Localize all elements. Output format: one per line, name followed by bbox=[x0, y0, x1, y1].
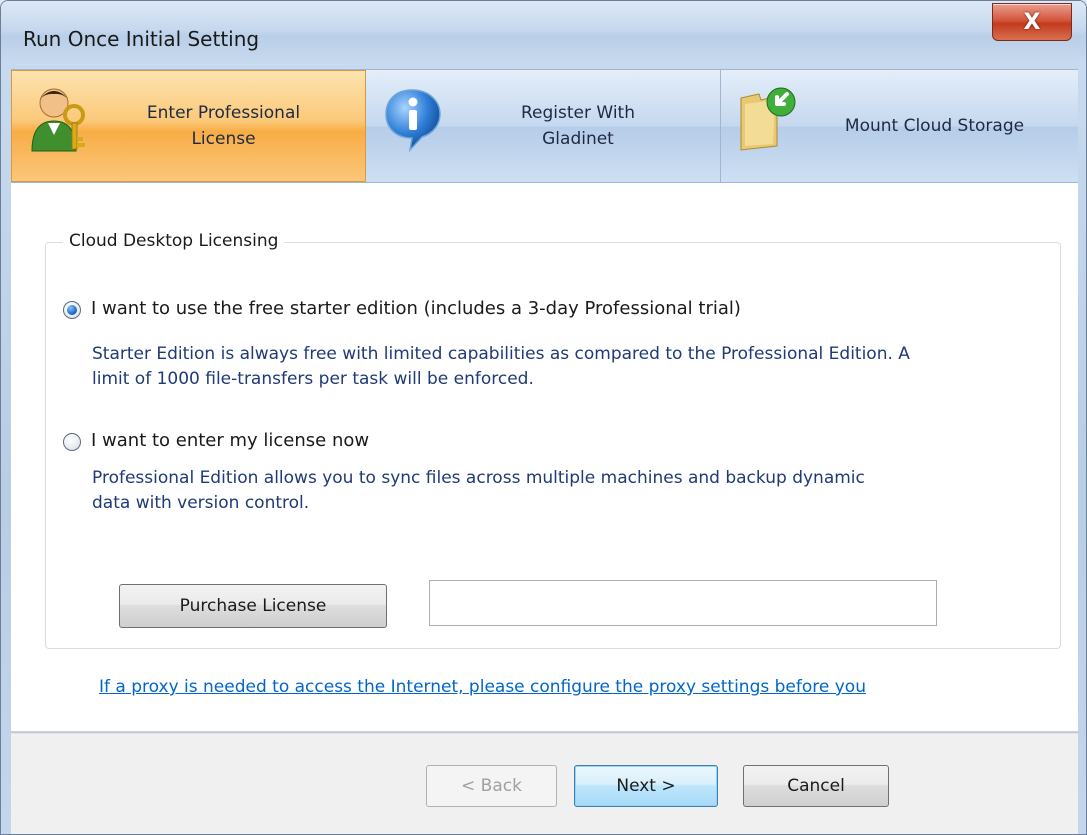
close-icon: X bbox=[1023, 9, 1041, 35]
tab-enter-license-label: Enter Professional License bbox=[146, 103, 301, 149]
free-edition-description: Starter Edition is always free with limi… bbox=[92, 344, 910, 389]
cancel-button[interactable]: Cancel bbox=[743, 765, 889, 807]
info-icon bbox=[385, 89, 441, 153]
tab-mount-storage[interactable]: Mount Cloud Storage bbox=[721, 70, 1078, 182]
back-button[interactable]: < Back bbox=[426, 765, 557, 807]
button-bar: < Back Next > Cancel bbox=[11, 734, 1078, 834]
enter-license-label[interactable]: I want to enter my license now bbox=[91, 430, 369, 451]
close-button[interactable]: X bbox=[992, 3, 1072, 41]
tab-mount-storage-label: Mount Cloud Storage bbox=[844, 116, 1025, 136]
purchase-license-button[interactable]: Purchase License bbox=[119, 584, 387, 628]
free-edition-label[interactable]: I want to use the free starter edition (… bbox=[91, 298, 741, 319]
enter-license-description: Professional Edition allows you to sync … bbox=[92, 468, 865, 513]
tab-enter-license[interactable]: Enter Professional License bbox=[11, 70, 366, 182]
wizard-steps: Enter Professional License Register With… bbox=[11, 69, 1078, 183]
tab-register-label: Register With Gladinet bbox=[521, 103, 635, 149]
setup-dialog: Run Once Initial Setting X Enter Profess… bbox=[0, 0, 1087, 835]
user-key-icon bbox=[31, 88, 85, 152]
tab-register[interactable]: Register With Gladinet bbox=[366, 70, 721, 182]
licensing-legend: Cloud Desktop Licensing bbox=[63, 231, 285, 251]
enter-license-radio[interactable] bbox=[63, 433, 81, 451]
content-panel: Cloud Desktop Licensing I want to use th… bbox=[11, 183, 1078, 731]
next-button[interactable]: Next > bbox=[574, 765, 718, 807]
folder-arrow-icon bbox=[740, 87, 796, 151]
proxy-settings-link[interactable]: If a proxy is needed to access the Inter… bbox=[99, 677, 866, 697]
free-edition-radio[interactable] bbox=[63, 301, 81, 319]
title-bar: Run Once Initial Setting X bbox=[1, 1, 1086, 65]
window-title: Run Once Initial Setting bbox=[23, 27, 260, 51]
license-key-input[interactable] bbox=[429, 580, 937, 626]
